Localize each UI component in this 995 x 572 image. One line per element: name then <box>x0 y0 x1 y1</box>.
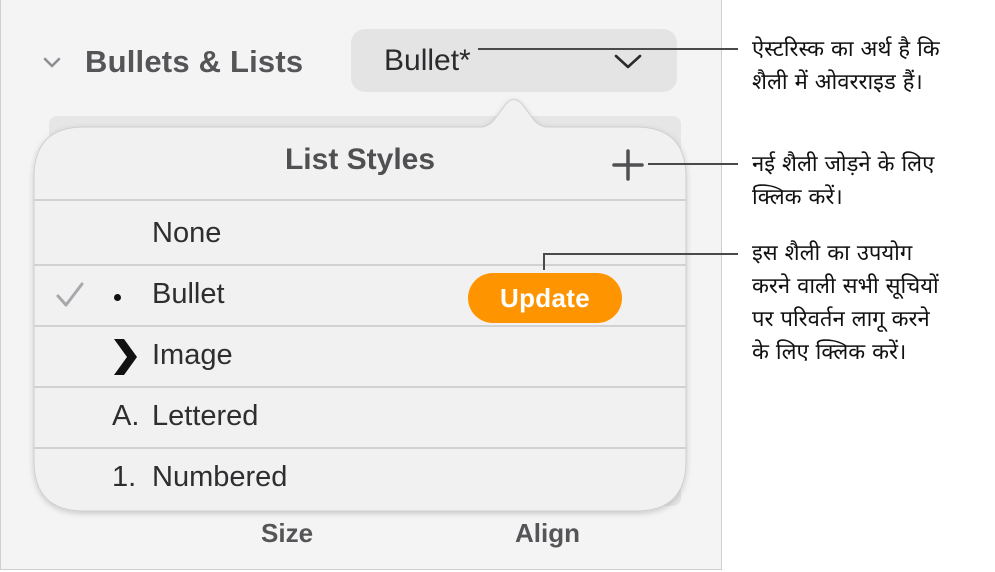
callout-update: इस शैली का उपयोग करने वाली सभी सूचियों प… <box>752 237 992 369</box>
callout-line: करने वाली सभी सूचियों <box>752 274 939 299</box>
list-styles-popover: List Styles None Bullet Update Image A. … <box>34 127 686 511</box>
list-style-row-none[interactable]: None <box>34 205 686 265</box>
callout-line: पर परिवर्तन लागू करने <box>752 307 930 332</box>
align-label: Align <box>515 518 580 548</box>
callout-line-update <box>544 253 738 255</box>
list-style-label: Numbered <box>152 461 288 493</box>
list-style-popup[interactable]: Bullet* <box>351 29 677 92</box>
callout-add: नई शैली जोड़ने के लिए क्लिक करें। <box>752 148 992 214</box>
list-style-label: None <box>152 217 222 249</box>
list-style-label: Bullet <box>152 278 225 310</box>
list-style-row-bullet[interactable]: Bullet Update <box>34 266 686 326</box>
chevron-down-icon[interactable] <box>41 51 63 73</box>
list-style-label: Image <box>152 339 233 371</box>
callout-line: शैली में ओवरराइड हैं। <box>752 70 923 95</box>
callout-line: के लिए क्लिक करें। <box>752 340 907 365</box>
bullet-dot-icon <box>114 294 121 301</box>
callout-line-add <box>648 163 738 165</box>
callout-asterisk: ऐस्टरिस्क का अर्थ है कि शैली में ओवरराइड… <box>752 33 992 99</box>
lettered-prefix: A. <box>112 400 140 432</box>
callout-line: क्लिक करें। <box>752 185 843 210</box>
list-style-popup-value: Bullet* <box>384 43 471 77</box>
list-style-label: Lettered <box>152 400 259 432</box>
checkmark-icon <box>56 282 84 307</box>
bullets-lists-header[interactable]: Bullets & Lists <box>41 40 303 84</box>
callout-line: ऐस्टरिस्क का अर्थ है कि <box>752 37 940 62</box>
list-style-row-image[interactable]: Image <box>34 327 686 387</box>
popover-title: List Styles <box>284 143 436 176</box>
list-style-row-numbered[interactable]: 1. Numbered <box>34 449 686 509</box>
divider <box>34 199 686 201</box>
size-label: Size <box>261 518 314 548</box>
callout-line-update-stem <box>543 253 545 270</box>
update-button[interactable]: Update <box>468 273 622 323</box>
chevron-down-icon <box>614 54 642 68</box>
list-style-row-lettered[interactable]: A. Lettered <box>34 388 686 448</box>
chevron-right-icon <box>114 339 137 375</box>
section-title: Bullets & Lists <box>85 44 304 79</box>
callout-line-asterisk <box>478 48 738 50</box>
callout-line: नई शैली जोड़ने के लिए <box>752 152 935 177</box>
callout-line: इस शैली का उपयोग <box>752 241 913 266</box>
plus-icon[interactable] <box>608 145 648 185</box>
numbered-prefix: 1. <box>112 461 137 493</box>
